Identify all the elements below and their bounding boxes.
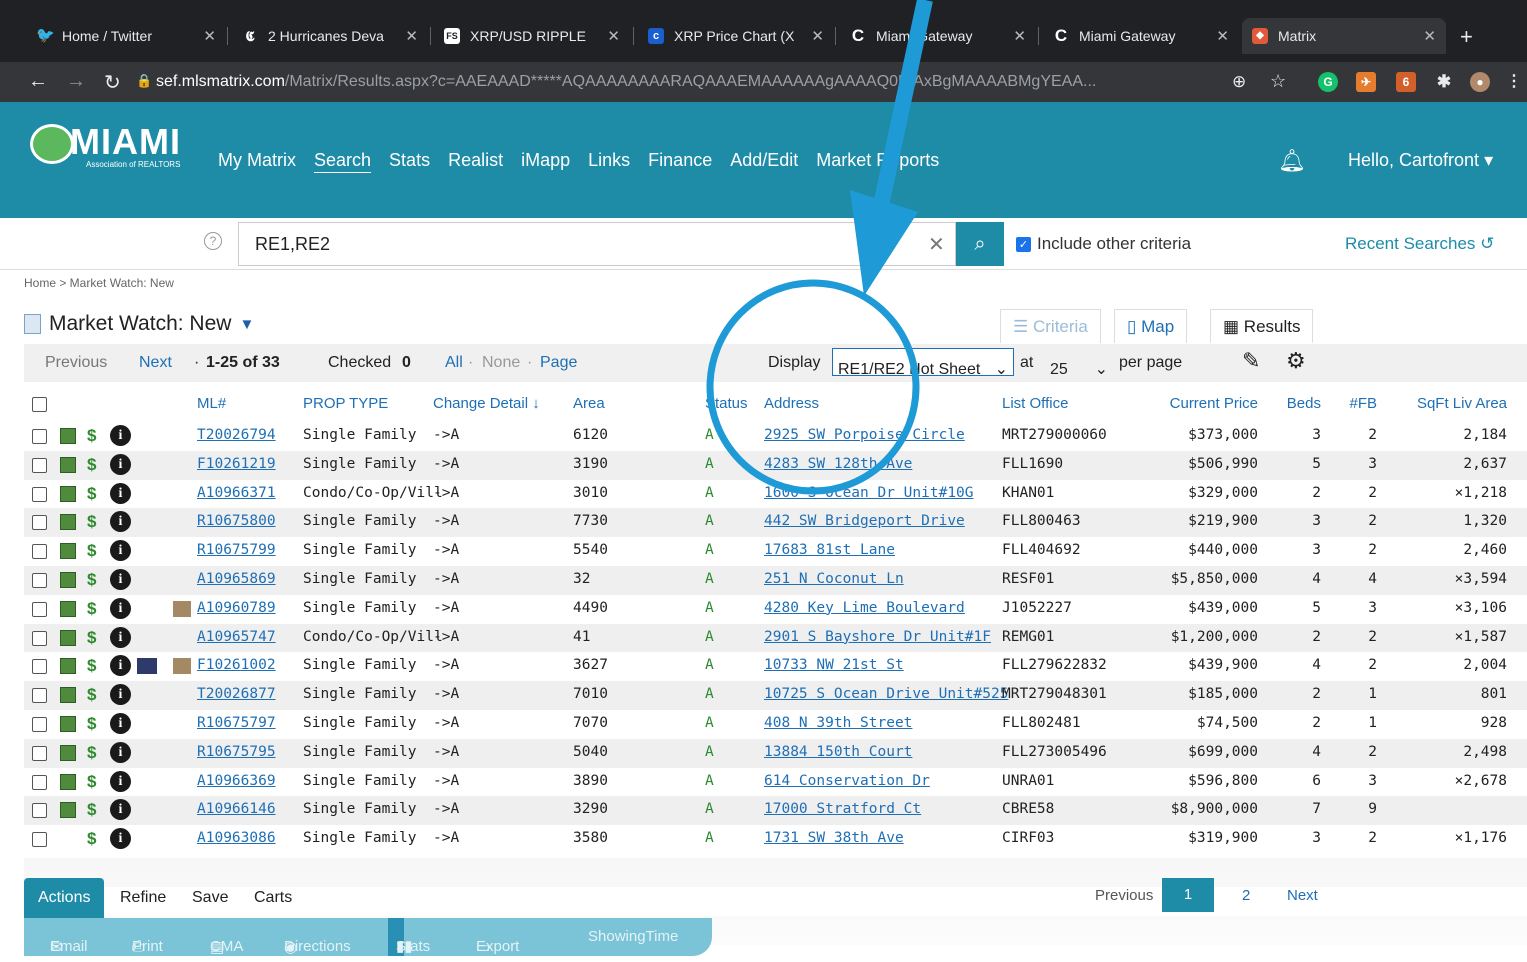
annotation-circle — [706, 279, 920, 495]
annotation-arrow-head — [850, 190, 918, 296]
annotation-overlay — [706, 0, 933, 495]
annotation-arrow-shaft — [872, 0, 933, 212]
